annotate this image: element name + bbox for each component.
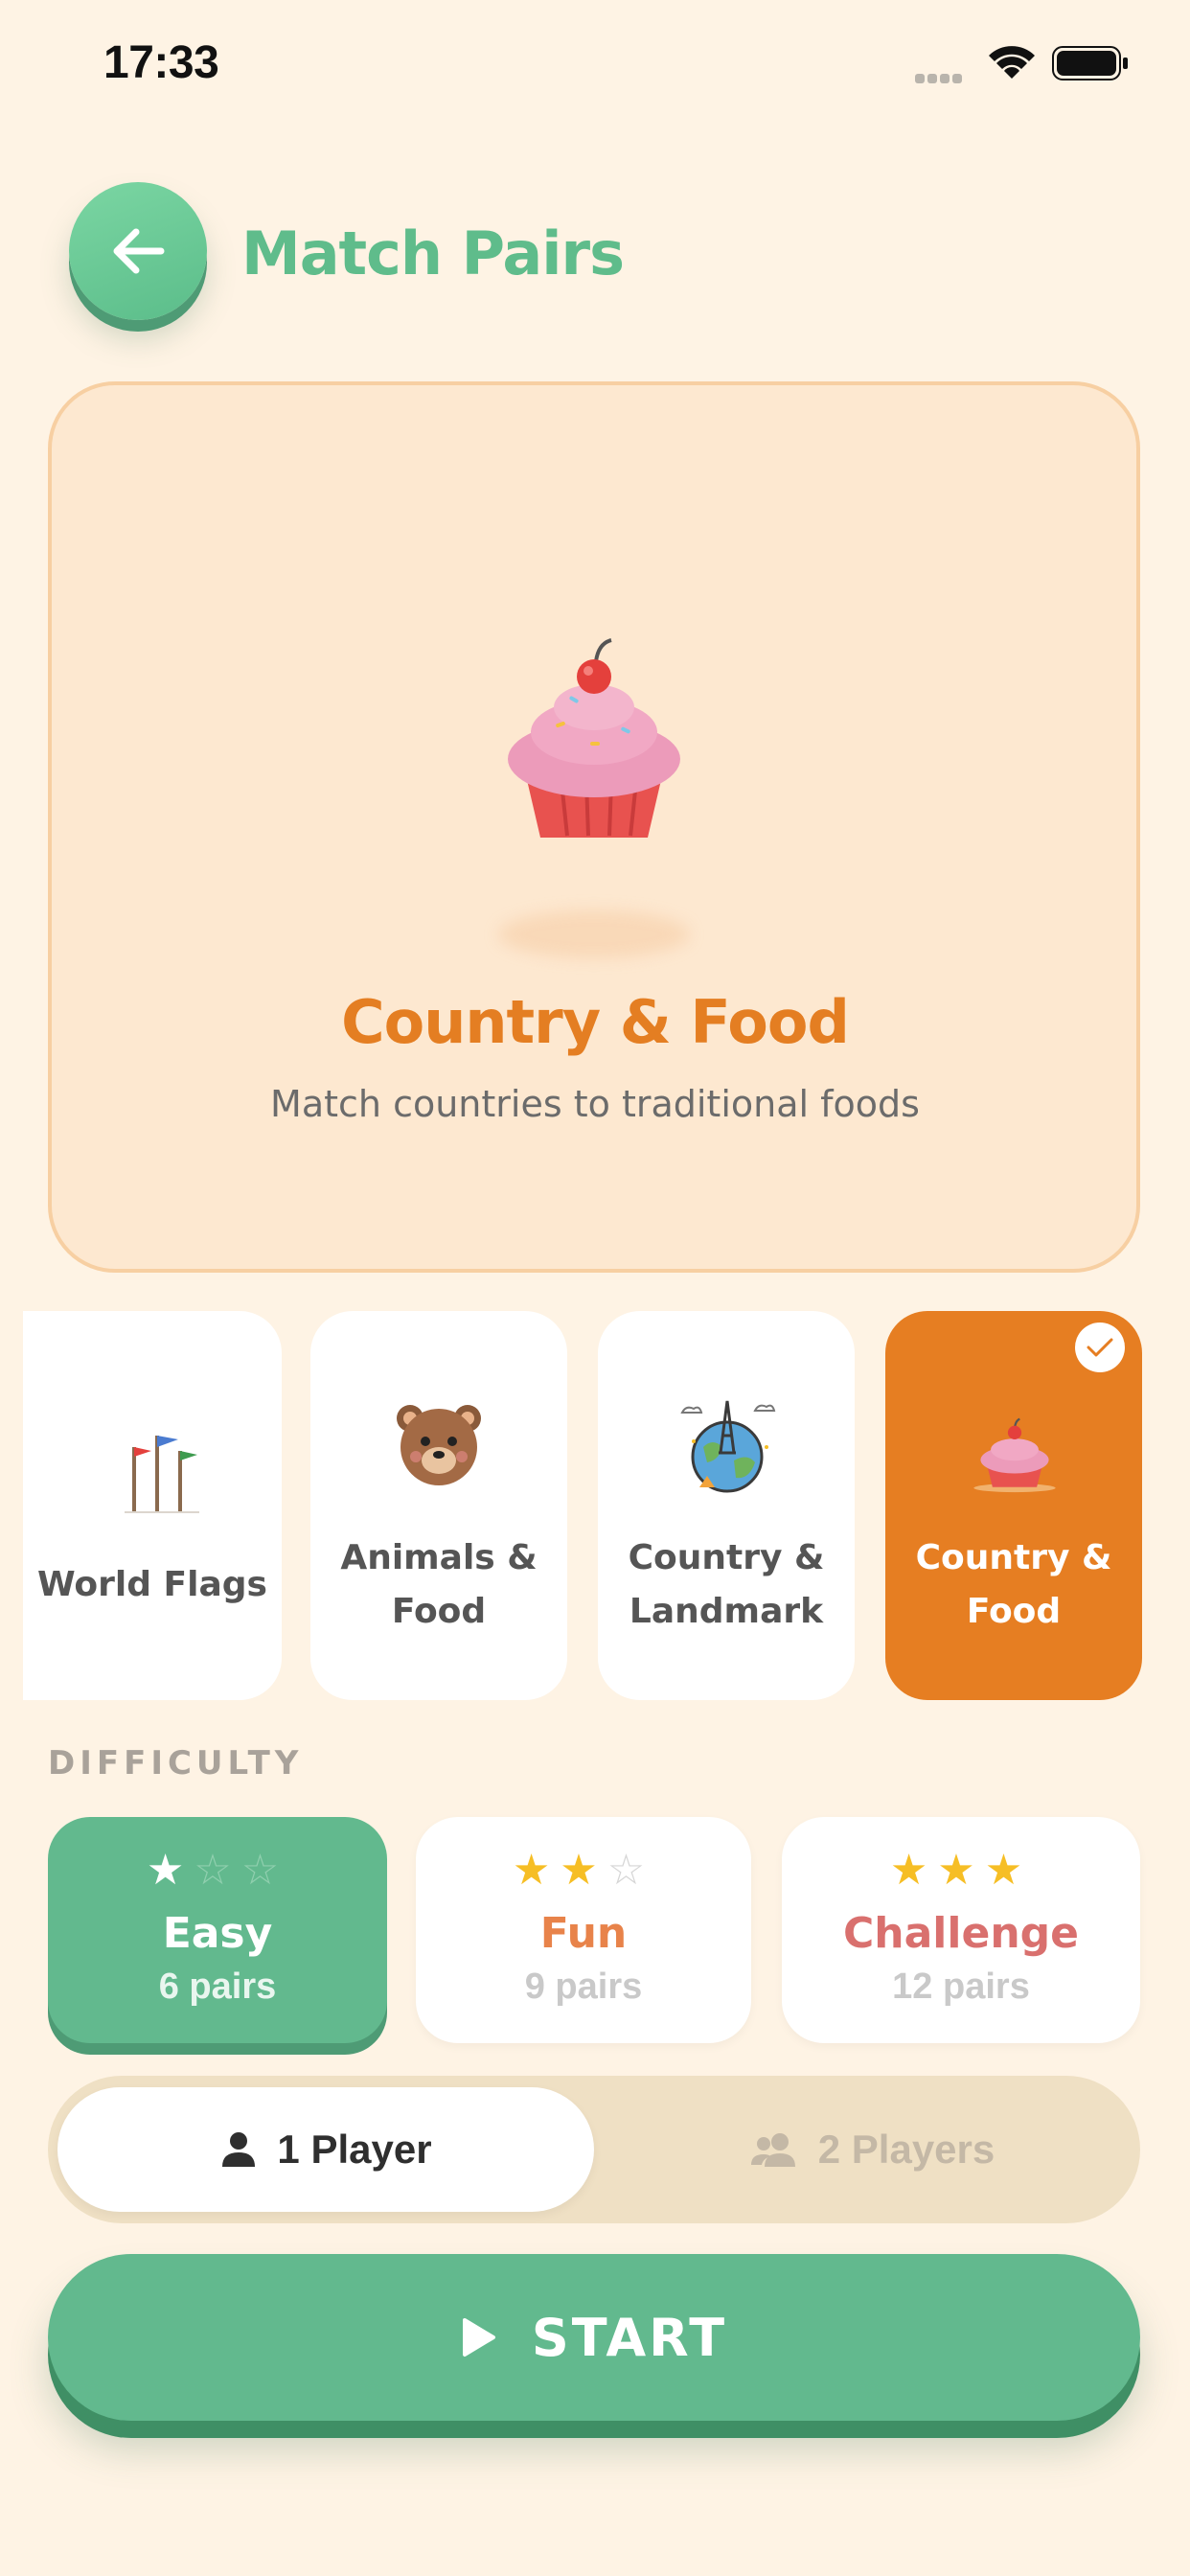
difficulty-challenge[interactable]: ★★★ Challenge 12 pairs <box>782 1817 1140 2043</box>
difficulty-name: Fun <box>539 1909 628 1958</box>
people-icon <box>750 2133 795 2167</box>
signal-icon <box>915 69 969 83</box>
play-icon <box>462 2318 495 2357</box>
difficulty-header: DIFFICULTY <box>48 1744 304 1782</box>
difficulty-easy[interactable]: ★☆☆ Easy 6 pairs <box>48 1817 387 2043</box>
category-label: Country & Food <box>915 1538 1112 1631</box>
difficulty-name: Easy <box>162 1909 273 1958</box>
star-rating-icon: ★☆☆ <box>146 1846 289 1895</box>
start-button[interactable]: START <box>48 2254 1140 2421</box>
difficulty-pairs: 12 pairs <box>892 1966 1030 2007</box>
hero-subtitle: Match countries to traditional foods <box>270 1083 920 1125</box>
category-label: Country & Landmark <box>628 1538 825 1631</box>
start-label: START <box>531 2307 728 2368</box>
category-card-animals-food[interactable]: Animals & Food <box>310 1311 567 1700</box>
difficulty-name: Challenge <box>843 1909 1079 1958</box>
two-players-option[interactable]: 2 Players <box>604 2087 1140 2212</box>
difficulty-pairs: 9 pairs <box>524 1966 643 2007</box>
person-icon <box>222 2132 256 2167</box>
category-label: World Flags <box>37 1565 267 1604</box>
star-rating-icon: ★★★ <box>889 1846 1033 1895</box>
category-label: Animals & Food <box>340 1538 538 1631</box>
difficulty-pairs: 6 pairs <box>158 1966 277 2007</box>
two-players-label: 2 Players <box>817 2127 995 2172</box>
category-card-country-food[interactable]: Country & Food <box>885 1311 1142 1700</box>
category-card-country-landmark[interactable]: Country & Landmark <box>598 1311 855 1700</box>
one-player-label: 1 Player <box>277 2127 432 2172</box>
category-card-world-flags[interactable]: World Flags <box>23 1311 282 1700</box>
hero-title: Country & Food <box>341 987 850 1057</box>
difficulty-fun[interactable]: ★★☆ Fun 9 pairs <box>416 1817 751 2043</box>
star-rating-icon: ★★☆ <box>512 1846 655 1895</box>
battery-icon <box>1052 46 1129 80</box>
hero-icon-shadow <box>498 910 690 958</box>
one-player-option[interactable]: 1 Player <box>57 2087 594 2212</box>
page-title: Match Pairs <box>241 218 625 288</box>
cupcake-icon <box>498 636 690 851</box>
bear-icon <box>393 1397 485 1493</box>
cupcake-icon <box>972 1416 1058 1497</box>
arrow-left-icon <box>113 228 165 274</box>
wifi-icon <box>987 42 1037 80</box>
globe-landmark-icon <box>675 1393 780 1499</box>
status-time: 17:33 <box>103 37 219 88</box>
flags-icon <box>119 1426 211 1518</box>
back-button[interactable] <box>69 182 207 320</box>
checkmark-icon <box>1075 1322 1125 1372</box>
